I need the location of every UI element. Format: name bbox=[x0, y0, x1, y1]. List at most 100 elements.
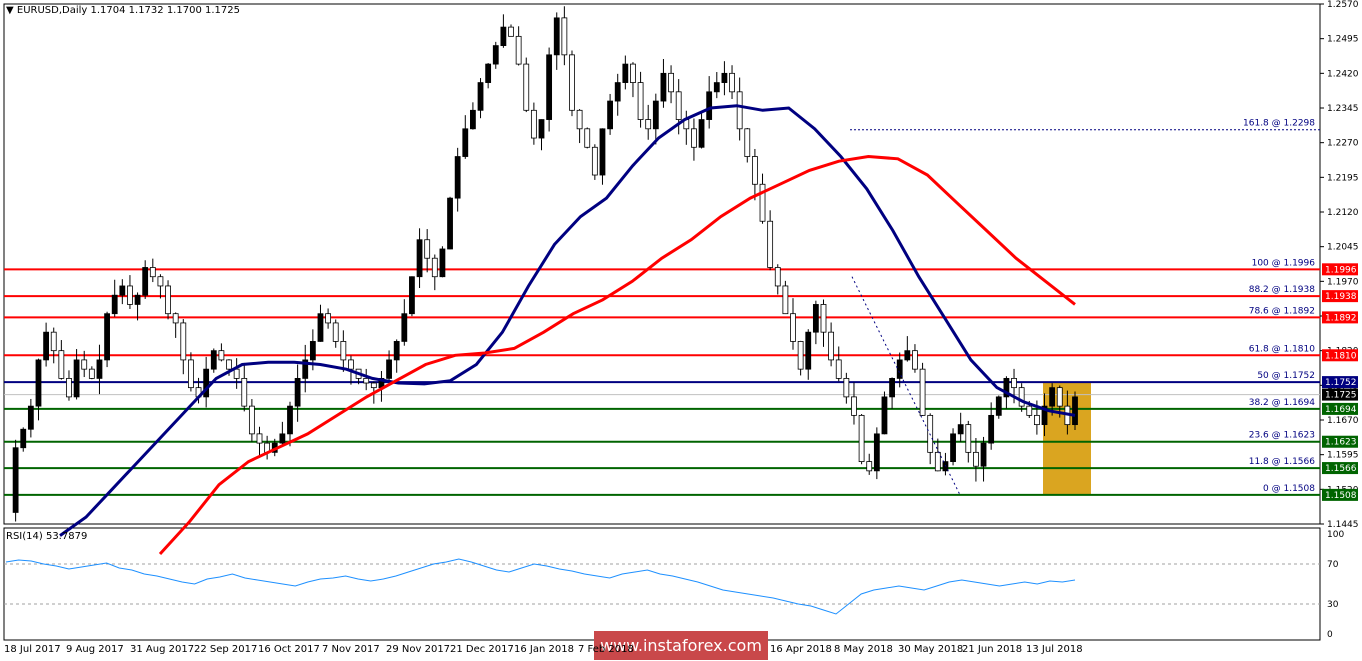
candle-body bbox=[668, 72, 674, 93]
price-tag-label: 1.1623 bbox=[1325, 438, 1357, 448]
candle-body bbox=[409, 276, 415, 315]
candle-body bbox=[180, 322, 187, 361]
candle-body bbox=[637, 82, 644, 120]
candle-body bbox=[431, 257, 438, 278]
candle-body bbox=[843, 377, 850, 398]
candle-body bbox=[111, 294, 118, 315]
candle-body bbox=[782, 285, 789, 315]
candle-body bbox=[73, 359, 80, 398]
fib-label: 88.2 @ 1.1938 bbox=[1249, 285, 1316, 295]
candle-body bbox=[691, 128, 697, 148]
candle-body bbox=[256, 433, 263, 444]
candle-body bbox=[104, 313, 110, 361]
candle-body bbox=[523, 63, 530, 111]
candle-body bbox=[759, 183, 766, 222]
y-tick-label: 1.2270 bbox=[1327, 139, 1359, 149]
candle-body bbox=[858, 414, 865, 462]
candle-body bbox=[889, 377, 895, 398]
candle-body bbox=[317, 313, 324, 342]
candle-body bbox=[950, 433, 956, 463]
candle-body bbox=[584, 128, 591, 148]
rsi-axis-label: 30 bbox=[1327, 600, 1339, 610]
candle-body bbox=[561, 17, 568, 56]
fib-label: 78.6 @ 1.1892 bbox=[1249, 306, 1315, 316]
price-tag-label: 1.1566 bbox=[1325, 464, 1357, 474]
candle-body bbox=[721, 72, 728, 83]
candle-body bbox=[652, 100, 659, 130]
candle-body bbox=[142, 267, 149, 296]
candle-body bbox=[675, 91, 682, 120]
candle-body bbox=[127, 285, 133, 305]
candle-body bbox=[973, 451, 979, 467]
fib-label: 61.8 @ 1.1810 bbox=[1249, 344, 1316, 354]
price-chart[interactable]: 1.2570 1.2495 1.2420 1.2345 1.2270 1.2195 1.21… bbox=[0, 0, 1362, 661]
candle-body bbox=[919, 368, 926, 416]
candle-body bbox=[508, 26, 514, 37]
candle-body bbox=[241, 377, 248, 407]
candle-body bbox=[995, 396, 1002, 416]
y-tick-label: 1.2345 bbox=[1327, 104, 1359, 114]
x-date-label: 21 Dec 2017 bbox=[450, 644, 514, 655]
candle-body bbox=[218, 350, 225, 361]
candle-body bbox=[530, 109, 537, 139]
candle-body bbox=[645, 119, 652, 130]
candle-body bbox=[210, 350, 217, 370]
candle-body bbox=[119, 285, 126, 296]
candle-body bbox=[35, 359, 42, 407]
candle-body bbox=[698, 119, 705, 148]
candle-body bbox=[881, 396, 888, 435]
candle-body bbox=[965, 424, 972, 453]
candle-body bbox=[340, 341, 347, 361]
candle-body bbox=[12, 447, 19, 513]
candle-body bbox=[370, 382, 377, 389]
fib-label: 50 @ 1.1752 bbox=[1257, 371, 1315, 381]
y-tick-label: 1.1595 bbox=[1327, 451, 1359, 461]
candle-body bbox=[866, 461, 873, 472]
x-date-label: 21 Jun 2018 bbox=[962, 644, 1023, 655]
candle-body bbox=[27, 405, 34, 430]
candle-body bbox=[1011, 377, 1017, 389]
candle-body bbox=[165, 285, 171, 315]
y-tick-label: 1.1445 bbox=[1327, 520, 1359, 530]
x-date-label: 16 Jan 2018 bbox=[514, 644, 574, 655]
candle-body bbox=[416, 239, 423, 278]
candle-body bbox=[188, 359, 194, 389]
candle-body bbox=[538, 119, 545, 139]
fib-label: 11.8 @ 1.1566 bbox=[1249, 457, 1316, 467]
candle-body bbox=[774, 267, 781, 287]
candle-body bbox=[546, 54, 553, 120]
rsi-axis-label: 0 bbox=[1327, 630, 1333, 640]
candle-body bbox=[980, 442, 987, 467]
candle-body bbox=[805, 331, 812, 370]
candle-body bbox=[20, 428, 27, 449]
symbol-header: ▼ EURUSD,Daily 1.1704 1.1732 1.1700 1.17… bbox=[6, 5, 240, 16]
x-date-label: 31 Aug 2017 bbox=[130, 644, 195, 655]
x-date-label: 9 Aug 2017 bbox=[66, 644, 124, 655]
fib-label: 100 @ 1.1996 bbox=[1252, 258, 1316, 268]
candle-body bbox=[149, 267, 156, 278]
candle-body bbox=[622, 63, 629, 83]
price-tag-label: 1.1508 bbox=[1325, 491, 1357, 501]
candle-body bbox=[912, 350, 918, 370]
candle-body bbox=[812, 304, 819, 333]
x-date-label: 7 Nov 2017 bbox=[322, 644, 380, 655]
candle-body bbox=[386, 359, 392, 379]
candle-body bbox=[325, 313, 332, 324]
candle-body bbox=[492, 45, 499, 65]
x-date-label: 8 May 2018 bbox=[834, 644, 893, 655]
candle-body bbox=[401, 313, 408, 342]
candle-body bbox=[591, 146, 598, 176]
fib-label: 23.6 @ 1.1623 bbox=[1249, 431, 1315, 441]
candle-body bbox=[988, 414, 995, 444]
rsi-line bbox=[5, 558, 1076, 615]
fib-label: 38.2 @ 1.1694 bbox=[1249, 398, 1316, 408]
candle-body bbox=[576, 109, 583, 130]
price-tag-label: 1.1892 bbox=[1325, 313, 1357, 323]
candle-body bbox=[294, 377, 301, 407]
x-date-label: 13 Jul 2018 bbox=[1026, 644, 1083, 655]
candle-body bbox=[172, 313, 179, 324]
candle-body bbox=[134, 294, 141, 305]
candle-body bbox=[1026, 405, 1033, 416]
candle-body bbox=[851, 396, 857, 416]
candle-body bbox=[233, 368, 240, 379]
